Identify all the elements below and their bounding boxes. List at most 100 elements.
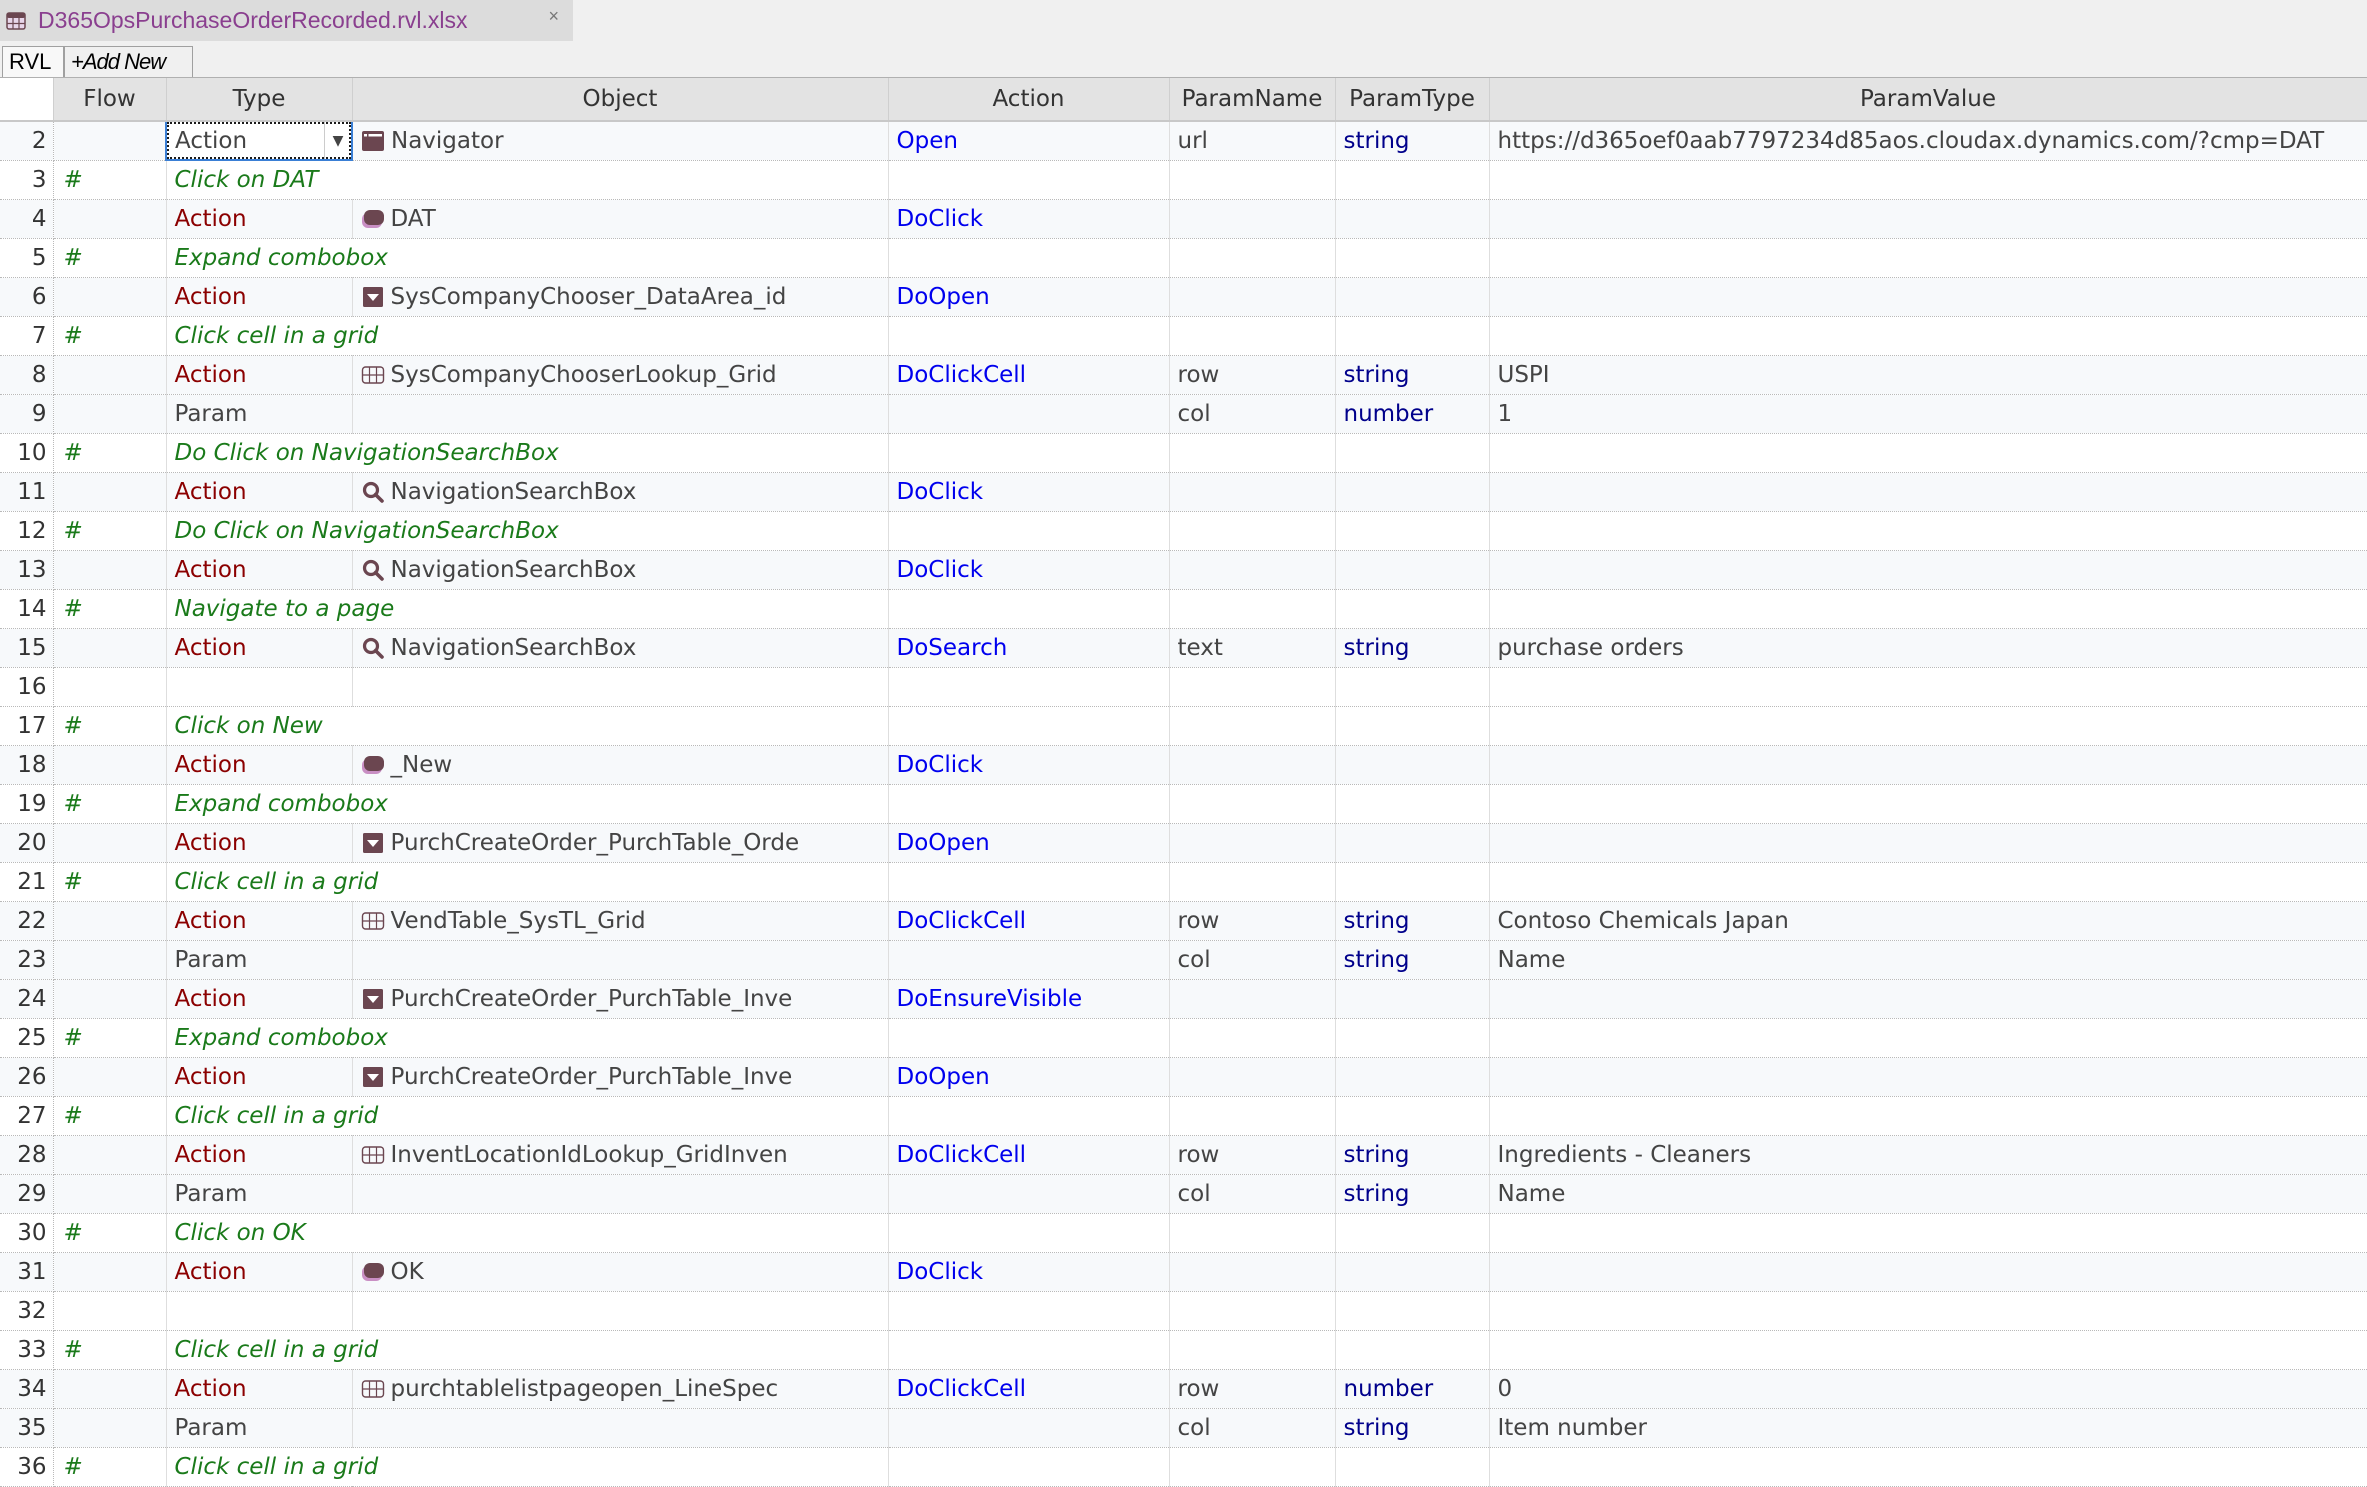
- action-cell[interactable]: [888, 511, 1170, 551]
- add-new-sheet-button[interactable]: +Add New: [64, 46, 193, 77]
- param-type-cell[interactable]: string: [1335, 355, 1490, 395]
- object-cell[interactable]: VendTable_SysTL_Grid: [352, 901, 889, 941]
- param-value-cell[interactable]: [1489, 1330, 2367, 1370]
- object-cell[interactable]: InventLocationIdLookup_GridInven: [352, 1135, 889, 1175]
- table-row[interactable]: 26 Action PurchCreateOrder_PurchTable_Inve…: [0, 1057, 2367, 1097]
- param-value-cell[interactable]: Name: [1489, 940, 2367, 980]
- param-name-cell[interactable]: [1169, 199, 1336, 239]
- row-number[interactable]: 32: [0, 1291, 54, 1331]
- param-type-cell[interactable]: string: [1335, 1135, 1490, 1175]
- row-number[interactable]: 15: [0, 628, 54, 668]
- param-value-cell[interactable]: [1489, 1213, 2367, 1253]
- param-type-cell[interactable]: string: [1335, 628, 1490, 668]
- param-type-cell[interactable]: [1335, 160, 1490, 200]
- object-cell[interactable]: purchtablelistpageopen_LineSpec: [352, 1369, 889, 1409]
- table-row[interactable]: 20 Action PurchCreateOrder_PurchTable_Orde…: [0, 823, 2367, 863]
- flow-cell[interactable]: [53, 121, 167, 161]
- row-number[interactable]: 12: [0, 511, 54, 551]
- param-name-cell[interactable]: row: [1169, 1369, 1336, 1409]
- row-number[interactable]: 9: [0, 394, 54, 434]
- object-cell[interactable]: NavigationSearchBox: [352, 550, 889, 590]
- param-value-cell[interactable]: [1489, 511, 2367, 551]
- object-cell[interactable]: SysCompanyChooser_DataArea_id: [352, 277, 889, 317]
- row-number[interactable]: 23: [0, 940, 54, 980]
- table-row[interactable]: 35 Param col string Item number: [0, 1408, 2367, 1448]
- flow-cell[interactable]: [53, 394, 167, 434]
- param-name-cell[interactable]: col: [1169, 394, 1336, 434]
- row-number[interactable]: 3: [0, 160, 54, 200]
- action-cell[interactable]: DoSearch: [888, 628, 1170, 668]
- table-row[interactable]: 14 # Navigate to a page: [0, 589, 2367, 629]
- flow-cell[interactable]: #: [53, 1330, 167, 1370]
- action-cell[interactable]: DoOpen: [888, 277, 1170, 317]
- flow-cell[interactable]: [53, 355, 167, 395]
- flow-cell[interactable]: [53, 745, 167, 785]
- param-type-cell[interactable]: [1335, 316, 1490, 356]
- row-number[interactable]: 17: [0, 706, 54, 746]
- type-cell[interactable]: Action: [166, 745, 353, 785]
- param-value-cell[interactable]: https://d365oef0aab7797234d85aos.cloudax…: [1489, 121, 2367, 161]
- comment-cell[interactable]: Do Click on NavigationSearchBox: [166, 433, 889, 473]
- param-value-cell[interactable]: [1489, 1018, 2367, 1058]
- flow-cell[interactable]: [53, 277, 167, 317]
- type-cell[interactable]: Action: [166, 1369, 353, 1409]
- chevron-down-icon[interactable]: ▼: [324, 123, 350, 158]
- column-header-type[interactable]: Type: [166, 78, 353, 122]
- row-number[interactable]: 13: [0, 550, 54, 590]
- param-type-cell[interactable]: [1335, 472, 1490, 512]
- param-value-cell[interactable]: 1: [1489, 394, 2367, 434]
- type-cell[interactable]: Param: [166, 1174, 353, 1214]
- param-type-cell[interactable]: [1335, 706, 1490, 746]
- param-name-cell[interactable]: [1169, 277, 1336, 317]
- param-type-cell[interactable]: [1335, 1291, 1490, 1331]
- param-value-cell[interactable]: [1489, 862, 2367, 902]
- param-type-cell[interactable]: [1335, 862, 1490, 902]
- table-row[interactable]: 24 Action PurchCreateOrder_PurchTable_Inve…: [0, 979, 2367, 1019]
- table-row[interactable]: 3 # Click on DAT: [0, 160, 2367, 200]
- action-cell[interactable]: [888, 862, 1170, 902]
- comment-cell[interactable]: Expand combobox: [166, 784, 889, 824]
- row-number[interactable]: 11: [0, 472, 54, 512]
- object-cell[interactable]: [352, 1174, 889, 1214]
- row-number[interactable]: 30: [0, 1213, 54, 1253]
- type-cell[interactable]: Action: [166, 1057, 353, 1097]
- flow-cell[interactable]: [53, 628, 167, 668]
- action-cell[interactable]: DoEnsureVisible: [888, 979, 1170, 1019]
- table-row[interactable]: 33 # Click cell in a grid: [0, 1330, 2367, 1370]
- param-name-cell[interactable]: [1169, 706, 1336, 746]
- param-name-cell[interactable]: [1169, 1291, 1336, 1331]
- action-cell[interactable]: [888, 589, 1170, 629]
- type-cell[interactable]: Action: [166, 1252, 353, 1292]
- object-cell[interactable]: DAT: [352, 199, 889, 239]
- flow-cell[interactable]: [53, 823, 167, 863]
- table-row[interactable]: 19 # Expand combobox: [0, 784, 2367, 824]
- param-name-cell[interactable]: [1169, 160, 1336, 200]
- param-value-cell[interactable]: USPI: [1489, 355, 2367, 395]
- action-cell[interactable]: Open: [888, 121, 1170, 161]
- action-cell[interactable]: DoClickCell: [888, 1135, 1170, 1175]
- action-cell[interactable]: [888, 433, 1170, 473]
- action-cell[interactable]: [888, 394, 1170, 434]
- table-row[interactable]: 32: [0, 1291, 2367, 1331]
- param-name-cell[interactable]: [1169, 1096, 1336, 1136]
- type-cell[interactable]: Param: [166, 394, 353, 434]
- param-name-cell[interactable]: row: [1169, 355, 1336, 395]
- row-number[interactable]: 22: [0, 901, 54, 941]
- table-row[interactable]: 7 # Click cell in a grid: [0, 316, 2367, 356]
- param-name-cell[interactable]: url: [1169, 121, 1336, 161]
- flow-cell[interactable]: [53, 472, 167, 512]
- param-value-cell[interactable]: [1489, 550, 2367, 590]
- flow-cell[interactable]: [53, 1291, 167, 1331]
- param-value-cell[interactable]: [1489, 433, 2367, 473]
- action-cell[interactable]: [888, 1018, 1170, 1058]
- flow-cell[interactable]: #: [53, 511, 167, 551]
- flow-cell[interactable]: #: [53, 160, 167, 200]
- action-cell[interactable]: [888, 1213, 1170, 1253]
- row-number[interactable]: 10: [0, 433, 54, 473]
- param-type-cell[interactable]: [1335, 1330, 1490, 1370]
- type-cell[interactable]: Action: [166, 628, 353, 668]
- row-number[interactable]: 24: [0, 979, 54, 1019]
- comment-cell[interactable]: Click on OK: [166, 1213, 889, 1253]
- object-cell[interactable]: PurchCreateOrder_PurchTable_Inve: [352, 979, 889, 1019]
- param-value-cell[interactable]: [1489, 667, 2367, 707]
